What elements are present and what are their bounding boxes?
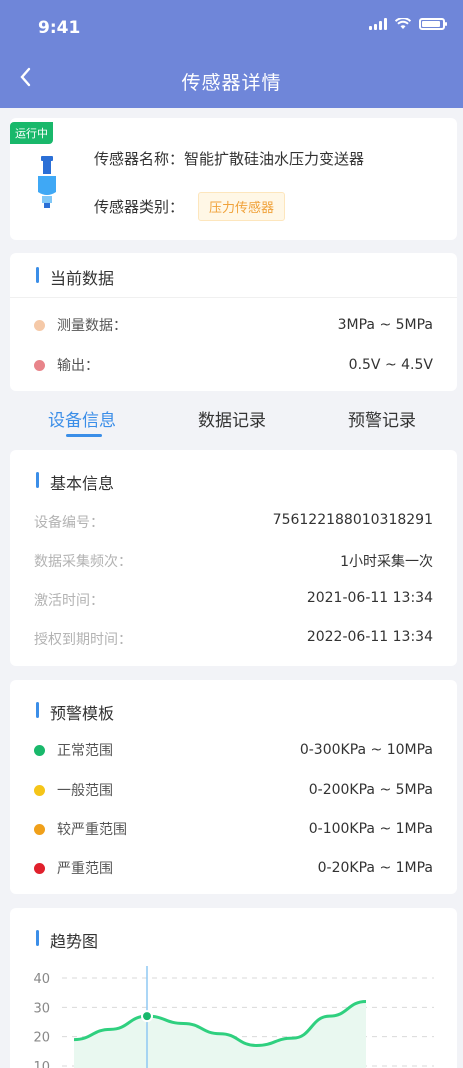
row-label: 正常范围 bbox=[57, 743, 113, 759]
normal-range-row: 正常范围 0-300KPa ~ 10MPa bbox=[34, 740, 433, 760]
trend-card: 趋势图 10 20 30 40 bbox=[10, 908, 457, 1068]
row-value: 2021-06-11 13:34 bbox=[306, 590, 433, 606]
section-accent-bar bbox=[36, 930, 39, 946]
section-title: 预警模板 bbox=[50, 704, 115, 723]
row-value: 2022-06-11 13:34 bbox=[306, 629, 433, 645]
status-dot bbox=[34, 359, 45, 371]
tab-bar: 设备信息 数据记录 预警记录 bbox=[0, 396, 463, 444]
row-label: 数据采集频次： bbox=[34, 554, 132, 570]
general-range-row: 一般范围 0-200KPa ~ 5MPa bbox=[34, 780, 433, 800]
y-tick-label: 10 bbox=[33, 1060, 50, 1068]
section-accent-bar bbox=[36, 267, 39, 283]
status-dot bbox=[34, 744, 45, 756]
battery-icon bbox=[419, 18, 447, 30]
sensor-summary-card: 运行中 传感器名称：智能扩散硅油水压力变送器 传感器类别： 压力传感器 bbox=[10, 118, 457, 240]
section-accent-bar bbox=[36, 702, 39, 718]
basic-info-card: 基本信息 设备编号： 756122188010318291 数据采集频次： 1小… bbox=[10, 450, 457, 666]
status-time: 9:41 bbox=[38, 18, 81, 38]
row-label: 授权到期时间： bbox=[34, 632, 132, 648]
device-id-row: 设备编号： 756122188010318291 bbox=[34, 512, 433, 532]
sensor-category-label: 传感器类别： bbox=[94, 198, 185, 216]
row-value: 3MPa ~ 5MPa bbox=[337, 317, 433, 333]
status-dot bbox=[34, 862, 45, 874]
highlight-point[interactable] bbox=[141, 1010, 153, 1023]
tab-data-records[interactable]: 数据记录 bbox=[198, 406, 266, 431]
trend-chart[interactable]: 10 20 30 40 bbox=[24, 966, 444, 1068]
wifi-icon bbox=[395, 18, 411, 29]
section-accent-bar bbox=[36, 472, 39, 488]
section-title: 当前数据 bbox=[50, 269, 115, 288]
tab-active-indicator bbox=[66, 434, 102, 437]
app-header: 9:41 传感器详情 bbox=[0, 0, 463, 108]
sensor-name: 传感器名称：智能扩散硅油水压力变送器 bbox=[94, 150, 365, 168]
tab-device-info[interactable]: 设备信息 bbox=[48, 406, 116, 431]
row-value: 0-300KPa ~ 10MPa bbox=[299, 742, 433, 758]
sensor-category-tag: 压力传感器 bbox=[198, 192, 286, 221]
activation-time-row: 激活时间： 2021-06-11 13:34 bbox=[34, 590, 433, 610]
status-dot bbox=[34, 823, 45, 835]
divider bbox=[10, 297, 457, 298]
frequency-row: 数据采集频次： 1小时采集一次 bbox=[34, 551, 433, 571]
status-dot bbox=[34, 319, 45, 331]
serious-range-row: 较严重范围 0-100KPa ~ 1MPa bbox=[34, 819, 433, 839]
y-tick-label: 40 bbox=[33, 972, 50, 987]
row-value: 756122188010318291 bbox=[272, 512, 433, 528]
row-label: 较严重范围 bbox=[57, 822, 127, 838]
status-badge: 运行中 bbox=[10, 122, 53, 144]
row-label: 严重范围 bbox=[57, 861, 113, 877]
measurement-row: 测量数据： 3MPa ~ 5MPa bbox=[34, 315, 433, 335]
severe-range-row: 严重范围 0-20KPa ~ 1MPa bbox=[34, 858, 433, 878]
row-value: 0.5V ~ 4.5V bbox=[348, 357, 433, 373]
pressure-sensor-icon bbox=[38, 156, 56, 208]
warning-template-card: 预警模板 正常范围 0-300KPa ~ 10MPa 一般范围 0-200KPa… bbox=[10, 680, 457, 894]
tab-warning-records[interactable]: 预警记录 bbox=[348, 406, 416, 431]
y-tick-label: 30 bbox=[33, 1001, 50, 1016]
row-value: 0-100KPa ~ 1MPa bbox=[308, 821, 433, 837]
row-label: 一般范围 bbox=[57, 783, 113, 799]
row-value: 1小时采集一次 bbox=[340, 554, 433, 570]
row-label: 测量数据： bbox=[57, 318, 127, 334]
row-label: 激活时间： bbox=[34, 593, 104, 609]
section-title: 趋势图 bbox=[50, 932, 99, 951]
status-icons bbox=[369, 18, 447, 30]
row-value: 0-20KPa ~ 1MPa bbox=[317, 860, 433, 876]
status-dot bbox=[34, 784, 45, 796]
expiry-time-row: 授权到期时间： 2022-06-11 13:34 bbox=[34, 629, 433, 649]
current-data-card: 当前数据 测量数据： 3MPa ~ 5MPa 输出： 0.5V ~ 4.5V bbox=[10, 253, 457, 391]
row-label: 设备编号： bbox=[34, 515, 104, 531]
y-tick-label: 20 bbox=[33, 1031, 50, 1046]
signal-icon bbox=[369, 18, 387, 30]
page-title: 传感器详情 bbox=[181, 72, 282, 94]
section-title: 基本信息 bbox=[50, 474, 115, 493]
row-value: 0-200KPa ~ 5MPa bbox=[308, 782, 433, 798]
output-row: 输出： 0.5V ~ 4.5V bbox=[34, 355, 433, 375]
row-label: 输出： bbox=[57, 358, 99, 374]
